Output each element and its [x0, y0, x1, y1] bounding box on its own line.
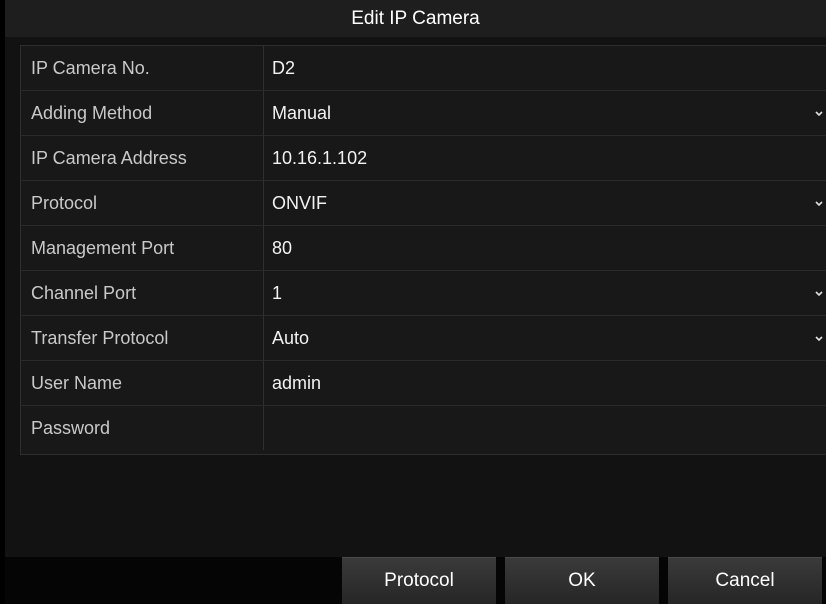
- user-name-label: User Name: [21, 361, 264, 405]
- ip-camera-no-field[interactable]: D2: [264, 46, 826, 90]
- dialog-title: Edit IP Camera: [5, 0, 826, 37]
- transfer-protocol-select[interactable]: Auto: [264, 316, 826, 360]
- row-adding-method: Adding Method Manual: [21, 91, 826, 136]
- row-password: Password: [21, 406, 826, 450]
- row-protocol: Protocol ONVIF: [21, 181, 826, 226]
- password-field[interactable]: [264, 406, 826, 450]
- ip-camera-address-label: IP Camera Address: [21, 136, 264, 180]
- row-ip-camera-no: IP Camera No. D2: [21, 46, 826, 91]
- ip-camera-address-field[interactable]: 10.16.1.102: [264, 136, 826, 180]
- protocol-select[interactable]: ONVIF: [264, 181, 826, 225]
- adding-method-label: Adding Method: [21, 91, 264, 135]
- protocol-label: Protocol: [21, 181, 264, 225]
- row-channel-port: Channel Port 1: [21, 271, 826, 316]
- transfer-protocol-label: Transfer Protocol: [21, 316, 264, 360]
- adding-method-select[interactable]: Manual: [264, 91, 826, 135]
- chevron-down-icon: [815, 111, 823, 117]
- row-management-port: Management Port 80: [21, 226, 826, 271]
- camera-settings-form: IP Camera No. D2 Adding Method Manual IP…: [20, 45, 826, 455]
- ip-camera-no-label: IP Camera No.: [21, 46, 264, 90]
- management-port-label: Management Port: [21, 226, 264, 270]
- edit-ip-camera-dialog: Edit IP Camera IP Camera No. D2 Adding M…: [5, 0, 826, 604]
- channel-port-label: Channel Port: [21, 271, 264, 315]
- ok-button[interactable]: OK: [505, 557, 659, 604]
- protocol-button[interactable]: Protocol: [342, 557, 496, 604]
- password-label: Password: [21, 406, 264, 450]
- management-port-field[interactable]: 80: [264, 226, 826, 270]
- row-user-name: User Name admin: [21, 361, 826, 406]
- chevron-down-icon: [815, 201, 823, 207]
- row-ip-camera-address: IP Camera Address 10.16.1.102: [21, 136, 826, 181]
- chevron-down-icon: [815, 291, 823, 297]
- row-transfer-protocol: Transfer Protocol Auto: [21, 316, 826, 361]
- user-name-field[interactable]: admin: [264, 361, 826, 405]
- chevron-down-icon: [815, 336, 823, 342]
- channel-port-select[interactable]: 1: [264, 271, 826, 315]
- cancel-button[interactable]: Cancel: [668, 557, 822, 604]
